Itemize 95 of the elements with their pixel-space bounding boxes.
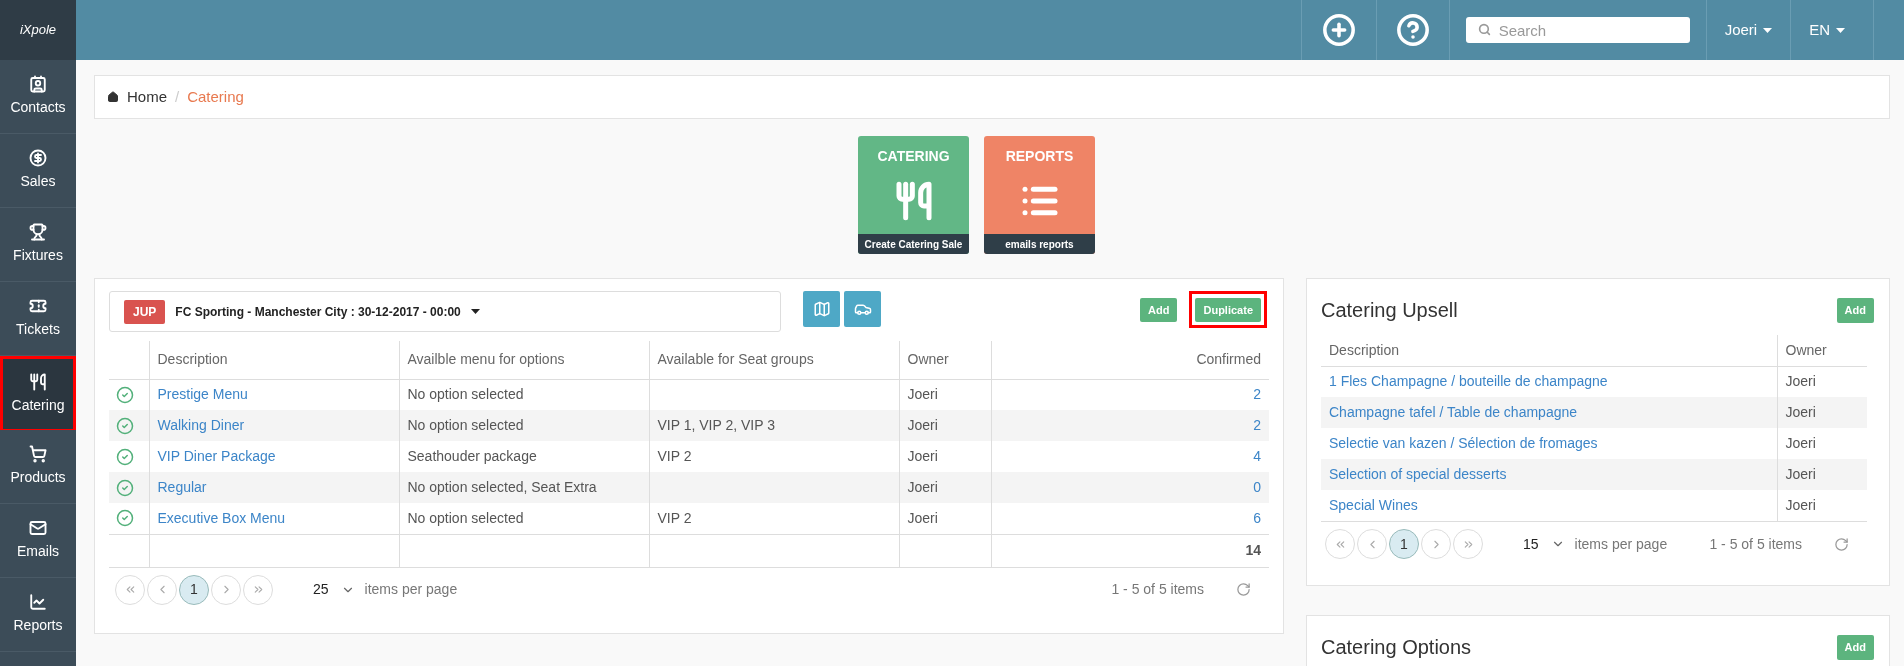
table-cell: No option selected, Seat Extra <box>407 479 597 495</box>
table-cell: Joeri <box>907 448 938 464</box>
menu-link[interactable]: Walking Diner <box>157 417 245 433</box>
contact-card-icon <box>29 75 47 93</box>
next-page-button[interactable] <box>211 574 241 605</box>
next-page-button[interactable] <box>1421 529 1451 559</box>
table-cell: Joeri <box>907 509 938 526</box>
page-size-label: items per page <box>1574 534 1668 554</box>
dollar-icon <box>29 149 47 167</box>
table-cell: No option selected <box>407 417 524 433</box>
confirmed-link[interactable]: 2 <box>1253 417 1261 433</box>
column-header: Owner <box>1785 341 1827 358</box>
last-page-button[interactable] <box>243 574 273 605</box>
user-menu[interactable]: Joeri <box>1705 0 1791 60</box>
page-button[interactable]: 1 <box>179 574 209 605</box>
refresh-icon[interactable] <box>1236 582 1251 597</box>
add-button[interactable]: Add <box>1836 297 1874 323</box>
menu-link[interactable]: Executive Box Menu <box>157 509 286 526</box>
previous-page-button[interactable] <box>1357 529 1387 559</box>
menu-link[interactable]: VIP Diner Package <box>157 448 276 464</box>
table-cell: Joeri <box>1785 435 1816 451</box>
tile-button[interactable]: CATERING Create Catering Sale <box>858 136 969 254</box>
table-cell: No option selected <box>407 509 524 526</box>
confirmed-link[interactable]: 4 <box>1253 448 1261 464</box>
confirmed-link[interactable]: 6 <box>1253 509 1261 526</box>
map-button[interactable] <box>803 291 840 327</box>
pager-summary: 1 - 5 of 5 items <box>1709 534 1802 554</box>
table-cell: Joeri <box>907 386 938 403</box>
table-cell: Joeri <box>1785 466 1816 482</box>
column-header: Availble menu for options <box>407 351 565 368</box>
table-cell: Joeri <box>1785 373 1816 390</box>
first-page-button[interactable] <box>115 574 145 605</box>
upsell-link[interactable]: Special Wines <box>1329 497 1418 513</box>
panel-title: Catering Options <box>1321 635 1472 660</box>
search-field[interactable]: Search <box>1465 17 1690 43</box>
menu-link[interactable]: Regular <box>157 479 207 495</box>
page-size-select[interactable]: 15 <box>1523 533 1565 555</box>
event-select[interactable]: JUP FC Sporting - Manchester City : 30-12-2017 - 00:00 <box>109 291 781 332</box>
last-page-button[interactable] <box>1453 529 1483 559</box>
confirmed-link[interactable]: 2 <box>1253 386 1261 403</box>
column-header: Available for Seat groups <box>657 351 814 368</box>
toolbar-button[interactable]: Duplicate <box>1195 298 1261 323</box>
previous-page-button[interactable] <box>147 574 177 605</box>
breadcrumb-link[interactable]: Home <box>127 85 167 109</box>
language-menu[interactable]: EN <box>1790 0 1874 60</box>
mail-icon <box>29 519 47 537</box>
first-page-button[interactable] <box>1325 529 1355 559</box>
caret-icon <box>470 309 480 314</box>
table-cell: Joeri <box>1785 404 1816 420</box>
column-header: Description <box>157 351 228 368</box>
upsell-link[interactable]: 1 Fles Champagne / bouteille de champagne <box>1329 373 1608 390</box>
column-header: Description <box>1329 341 1400 358</box>
table-cell: VIP 1, VIP 2, VIP 3 <box>657 417 776 433</box>
page-size-label: items per page <box>364 580 458 599</box>
breadcrumb-link[interactable]: Catering <box>187 85 244 109</box>
column-header: Confirmed <box>1196 351 1261 368</box>
upsell-link[interactable]: Champagne tafel / Table de champagne <box>1329 404 1578 420</box>
panel-title: Catering Upsell <box>1321 298 1458 323</box>
table-cell: Joeri <box>907 417 938 433</box>
ticket-icon <box>29 297 47 315</box>
column-header: Owner <box>907 351 949 368</box>
table-cell: Joeri <box>907 479 938 495</box>
page-button[interactable]: 1 <box>1389 529 1419 559</box>
map-icon <box>812 300 831 318</box>
caret-icon <box>1763 27 1773 33</box>
car-button[interactable] <box>844 291 881 327</box>
logo[interactable]: iXpole <box>19 20 57 40</box>
trophy-icon <box>29 223 47 241</box>
refresh-icon[interactable] <box>1834 536 1849 552</box>
pager-summary: 1 - 5 of 5 items <box>1111 580 1204 599</box>
table-cell: VIP 2 <box>657 448 692 464</box>
page-size-select[interactable]: 25 <box>313 579 355 600</box>
fork-knife-icon <box>29 372 47 391</box>
table-cell: Seathouder package <box>407 448 537 464</box>
event-badge: JUP <box>124 299 166 324</box>
upsell-link[interactable]: Selection of special desserts <box>1329 466 1507 482</box>
menu-link[interactable]: Prestige Menu <box>157 386 248 403</box>
sidebar-item[interactable]: Catering <box>0 356 76 430</box>
help-icon[interactable] <box>1375 0 1450 60</box>
upsell-link[interactable]: Selectie van kazen / Sélection de fromages <box>1329 435 1598 451</box>
caret-icon <box>1836 27 1845 33</box>
breadcrumb-separator: / <box>175 86 180 107</box>
search-icon <box>1477 23 1491 36</box>
confirmed-link[interactable]: 0 <box>1253 479 1261 495</box>
cart-icon <box>29 445 47 463</box>
home-icon <box>107 91 119 103</box>
event-label: FC Sporting - Manchester City : 30-12-2017 - 00:00 <box>175 303 461 321</box>
total-cell: 14 <box>1245 542 1261 558</box>
tile-button[interactable]: REPORTS emails reports <box>984 136 1095 254</box>
chart-icon <box>29 593 47 611</box>
toolbar-button[interactable]: Add <box>1140 298 1178 323</box>
table-cell: No option selected <box>407 386 524 403</box>
add-button[interactable]: Add <box>1836 634 1874 660</box>
table-cell: Joeri <box>1785 497 1816 513</box>
table-cell: VIP 2 <box>657 509 692 526</box>
